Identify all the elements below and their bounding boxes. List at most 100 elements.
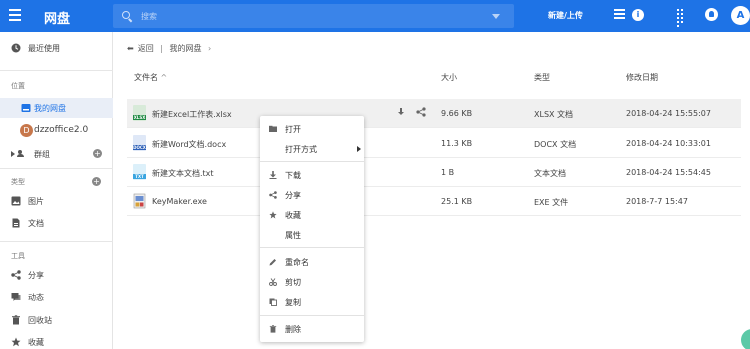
notification-bell-icon[interactable]: [705, 8, 718, 21]
file-name[interactable]: 新建Word文档.docx: [152, 139, 226, 150]
file-context-menu: 打开 打开方式 下载 分享 收藏 属性 重命名 剪切 复制 删除: [260, 116, 364, 342]
menu-item-share[interactable]: 分享: [260, 185, 364, 205]
menu-item-rename[interactable]: 重命名: [260, 252, 364, 272]
menu-item-label: 复制: [285, 298, 301, 307]
column-header-name[interactable]: 文件名 ^: [134, 72, 167, 83]
top-bar: 网盘 新建/上传 i A: [0, 0, 750, 32]
pencil-icon: [269, 259, 276, 266]
column-header-label: 文件名: [134, 73, 158, 82]
menu-item-cut[interactable]: 剪切: [260, 272, 364, 292]
sidebar-item-recent[interactable]: 最近使用: [0, 38, 113, 58]
sidebar-item-recycle-bin[interactable]: 回收站: [0, 310, 113, 330]
app-title: 网盘: [44, 12, 71, 27]
sidebar-item-documents[interactable]: 文档: [0, 213, 113, 233]
sidebar-item-label: 收藏: [28, 338, 44, 347]
menu-item-download[interactable]: 下载: [260, 165, 364, 185]
menu-item-label: 打开: [285, 125, 301, 134]
download-icon: [269, 171, 277, 179]
file-type: XLSX 文档: [534, 110, 574, 119]
scissors-icon: [269, 278, 277, 286]
share-icon: [11, 270, 21, 280]
sidebar-item-org[interactable]: D dzzoffice2.0: [0, 121, 113, 141]
section-label-tools: 工具: [11, 252, 25, 260]
file-modified: 2018-04-24 15:55:07: [626, 109, 711, 118]
table-row[interactable]: XLSX 新建Excel工作表.xlsx 9.66 KB XLSX 文档 201…: [127, 99, 741, 128]
breadcrumb: ⬅ 返回 | 我的网盘 ›: [127, 43, 215, 54]
sidebar-item-my-drive[interactable]: 我的网盘: [0, 98, 113, 118]
sidebar-item-label: 我的网盘: [34, 104, 66, 113]
section-label-location: 位置: [11, 82, 25, 90]
file-type: DOCX 文档: [534, 140, 577, 149]
file-size: 1 B: [441, 168, 455, 177]
search-options-caret-icon[interactable]: [492, 14, 500, 19]
sidebar-item-label: 文档: [28, 219, 44, 228]
sidebar-item-images[interactable]: 图片: [0, 191, 113, 211]
folder-open-icon: [269, 125, 277, 132]
menu-item-label: 分享: [285, 191, 301, 200]
file-modified: 2018-04-24 10:33:01: [626, 139, 711, 148]
sidebar-item-label: 回收站: [28, 316, 52, 325]
list-view-icon[interactable]: [614, 9, 625, 19]
breadcrumb-chevron-icon: ›: [208, 44, 212, 53]
table-row[interactable]: DOCX 新建Word文档.docx 11.3 KB DOCX 文档 2018-…: [127, 129, 741, 158]
trash-icon: [12, 315, 20, 325]
menu-divider: [260, 161, 364, 162]
org-avatar: D: [20, 124, 33, 137]
column-header-type[interactable]: 类型: [534, 72, 550, 83]
file-name[interactable]: 新建Excel工作表.xlsx: [152, 109, 232, 120]
add-group-icon[interactable]: +: [93, 149, 102, 158]
document-icon: [12, 218, 20, 228]
menu-item-delete[interactable]: 删除: [260, 319, 364, 339]
search-input[interactable]: [141, 9, 481, 23]
back-link[interactable]: 返回: [138, 44, 154, 53]
menu-item-properties[interactable]: 属性: [260, 225, 364, 245]
floating-widget-icon[interactable]: [741, 329, 750, 349]
back-arrow-icon[interactable]: ⬅: [127, 44, 134, 53]
share-icon[interactable]: [416, 107, 426, 117]
menu-divider: [260, 315, 364, 316]
section-label-type: 类型: [11, 178, 25, 186]
divider: [0, 70, 113, 71]
file-name[interactable]: 新建文本文档.txt: [152, 168, 214, 179]
breadcrumb-current[interactable]: 我的网盘: [170, 44, 202, 53]
star-icon: [11, 337, 21, 347]
share-icon: [269, 191, 277, 199]
text-file-icon: TXT: [133, 164, 146, 180]
sidebar-item-groups[interactable]: 群组 +: [0, 144, 113, 164]
exe-file-icon: [133, 193, 146, 209]
download-icon[interactable]: [397, 108, 405, 117]
breadcrumb-separator: |: [160, 44, 163, 53]
copy-icon: [269, 298, 277, 306]
menu-item-label: 属性: [285, 231, 301, 240]
hamburger-menu-icon[interactable]: [9, 9, 21, 23]
new-upload-button[interactable]: 新建/上传: [548, 10, 583, 21]
clock-icon: [11, 43, 21, 53]
sort-ascending-icon[interactable]: ^: [161, 73, 168, 82]
menu-item-open-with[interactable]: 打开方式: [260, 139, 364, 159]
column-header-modified[interactable]: 修改日期: [626, 72, 658, 83]
apps-grid-icon[interactable]: [677, 9, 687, 27]
menu-item-open[interactable]: 打开: [260, 119, 364, 139]
menu-item-label: 删除: [285, 325, 301, 334]
user-avatar[interactable]: A: [731, 6, 750, 25]
sidebar-item-favorites[interactable]: 收藏: [0, 332, 113, 349]
expand-arrow-icon[interactable]: [11, 151, 15, 157]
sidebar-item-label: dzzoffice2.0: [34, 125, 89, 135]
sidebar-item-activity[interactable]: 动态: [0, 287, 113, 307]
table-row[interactable]: TXT 新建文本文档.txt 1 B 文本文档 2018-04-24 15:54…: [127, 158, 741, 187]
sidebar-item-share[interactable]: 分享: [0, 265, 113, 285]
file-type: 文本文档: [534, 169, 566, 178]
word-file-icon: DOCX: [133, 135, 146, 151]
column-header-size[interactable]: 大小: [441, 72, 457, 83]
menu-item-favorite[interactable]: 收藏: [260, 205, 364, 225]
sidebar-item-label: 图片: [28, 197, 44, 206]
menu-item-copy[interactable]: 复制: [260, 292, 364, 312]
table-row[interactable]: KeyMaker.exe 25.1 KB EXE 文件 2018-7-7 15:…: [127, 187, 741, 216]
menu-item-label: 重命名: [285, 258, 309, 267]
search-bar[interactable]: [113, 4, 514, 28]
sidebar-item-label: 动态: [28, 293, 44, 302]
file-name[interactable]: KeyMaker.exe: [152, 197, 207, 206]
add-type-icon[interactable]: +: [92, 177, 101, 186]
excel-file-icon: XLSX: [133, 105, 146, 121]
info-icon[interactable]: i: [632, 9, 644, 21]
